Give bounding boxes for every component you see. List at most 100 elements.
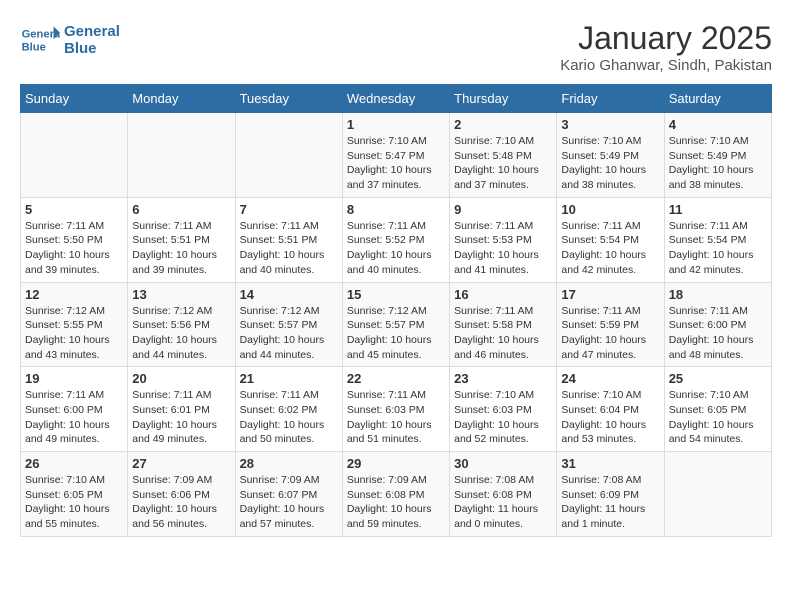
calendar-cell: 25 Sunrise: 7:10 AM Sunset: 6:05 PM Dayli… (664, 367, 771, 452)
svg-text:Blue: Blue (22, 41, 46, 53)
calendar-cell: 14Sunrise: 7:12 AM Sunset: 5:57 PM Dayli… (235, 282, 342, 367)
day-info: Sunrise: 7:11 AM Sunset: 6:00 PM Dayligh… (25, 388, 123, 447)
day-info: Sunrise: 7:11 AM Sunset: 5:59 PM Dayligh… (561, 304, 659, 363)
calendar-cell: 18 Sunrise: 7:11 AM Sunset: 6:00 PM Dayli… (664, 282, 771, 367)
day-info: Sunrise: 7:10 AM Sunset: 5:48 PM Dayligh… (454, 134, 552, 193)
day-number: 6 (132, 202, 230, 217)
calendar-cell: 7 Sunrise: 7:11 AM Sunset: 5:51 PM Daylig… (235, 197, 342, 282)
day-number: 2 (454, 117, 552, 132)
day-info: Sunrise: 7:12 AM Sunset: 5:57 PM Dayligh… (347, 304, 445, 363)
day-number: 23 (454, 371, 552, 386)
day-number: 31 (561, 456, 659, 471)
day-info: Sunrise: 7:12 AM Sunset: 5:56 PM Dayligh… (132, 304, 230, 363)
calendar-cell (128, 113, 235, 198)
weekday-header-thursday: Thursday (450, 85, 557, 113)
calendar-cell: 2 Sunrise: 7:10 AM Sunset: 5:48 PM Daylig… (450, 113, 557, 198)
calendar-cell: 16Sunrise: 7:11 AM Sunset: 5:58 PM Dayli… (450, 282, 557, 367)
logo-general: General (64, 23, 120, 40)
day-info: Sunrise: 7:09 AM Sunset: 6:06 PM Dayligh… (132, 473, 230, 532)
calendar-title: January 2025 (560, 20, 772, 57)
calendar-cell (21, 113, 128, 198)
calendar-week-row: 5Sunrise: 7:11 AM Sunset: 5:50 PM Daylig… (21, 197, 772, 282)
day-number: 1 (347, 117, 445, 132)
day-info: Sunrise: 7:10 AM Sunset: 6:05 PM Dayligh… (669, 388, 767, 447)
calendar-week-row: 26 Sunrise: 7:10 AM Sunset: 6:05 PM Dayli… (21, 452, 772, 537)
day-info: Sunrise: 7:11 AM Sunset: 5:52 PM Dayligh… (347, 219, 445, 278)
day-info: Sunrise: 7:10 AM Sunset: 5:49 PM Dayligh… (561, 134, 659, 193)
page-header: General Blue General Blue January 2025 K… (20, 20, 772, 74)
calendar-cell: 8 Sunrise: 7:11 AM Sunset: 5:52 PM Daylig… (342, 197, 449, 282)
day-info: Sunrise: 7:10 AM Sunset: 6:03 PM Dayligh… (454, 388, 552, 447)
day-number: 26 (25, 456, 123, 471)
day-number: 15 (347, 287, 445, 302)
calendar-cell: 17 Sunrise: 7:11 AM Sunset: 5:59 PM Dayli… (557, 282, 664, 367)
day-number: 17 (561, 287, 659, 302)
calendar-cell (235, 113, 342, 198)
day-info: Sunrise: 7:11 AM Sunset: 5:51 PM Dayligh… (132, 219, 230, 278)
calendar-cell: 23 Sunrise: 7:10 AM Sunset: 6:03 PM Dayli… (450, 367, 557, 452)
day-info: Sunrise: 7:10 AM Sunset: 6:05 PM Dayligh… (25, 473, 123, 532)
calendar-cell: 15 Sunrise: 7:12 AM Sunset: 5:57 PM Dayli… (342, 282, 449, 367)
day-number: 30 (454, 456, 552, 471)
day-info: Sunrise: 7:12 AM Sunset: 5:55 PM Dayligh… (25, 304, 123, 363)
weekday-header-tuesday: Tuesday (235, 85, 342, 113)
logo-blue: Blue (64, 40, 120, 57)
day-number: 18 (669, 287, 767, 302)
day-info: Sunrise: 7:10 AM Sunset: 5:47 PM Dayligh… (347, 134, 445, 193)
calendar-week-row: 1 Sunrise: 7:10 AM Sunset: 5:47 PM Daylig… (21, 113, 772, 198)
day-number: 20 (132, 371, 230, 386)
weekday-header-row: SundayMondayTuesdayWednesdayThursdayFrid… (21, 85, 772, 113)
day-info: Sunrise: 7:11 AM Sunset: 5:50 PM Dayligh… (25, 219, 123, 278)
logo: General Blue General Blue (20, 20, 120, 60)
day-info: Sunrise: 7:11 AM Sunset: 5:51 PM Dayligh… (240, 219, 338, 278)
day-info: Sunrise: 7:11 AM Sunset: 6:02 PM Dayligh… (240, 388, 338, 447)
day-info: Sunrise: 7:08 AM Sunset: 6:08 PM Dayligh… (454, 473, 552, 532)
calendar-cell: 27Sunrise: 7:09 AM Sunset: 6:06 PM Dayli… (128, 452, 235, 537)
calendar-cell: 20Sunrise: 7:11 AM Sunset: 6:01 PM Dayli… (128, 367, 235, 452)
calendar-week-row: 19 Sunrise: 7:11 AM Sunset: 6:00 PM Dayli… (21, 367, 772, 452)
day-number: 22 (347, 371, 445, 386)
calendar-table: SundayMondayTuesdayWednesdayThursdayFrid… (20, 84, 772, 537)
day-info: Sunrise: 7:11 AM Sunset: 6:03 PM Dayligh… (347, 388, 445, 447)
day-number: 9 (454, 202, 552, 217)
day-number: 24 (561, 371, 659, 386)
day-number: 8 (347, 202, 445, 217)
calendar-week-row: 12Sunrise: 7:12 AM Sunset: 5:55 PM Dayli… (21, 282, 772, 367)
calendar-cell: 31 Sunrise: 7:08 AM Sunset: 6:09 PM Dayli… (557, 452, 664, 537)
day-number: 4 (669, 117, 767, 132)
calendar-cell: 6 Sunrise: 7:11 AM Sunset: 5:51 PM Daylig… (128, 197, 235, 282)
day-info: Sunrise: 7:09 AM Sunset: 6:08 PM Dayligh… (347, 473, 445, 532)
calendar-cell: 13Sunrise: 7:12 AM Sunset: 5:56 PM Dayli… (128, 282, 235, 367)
day-number: 7 (240, 202, 338, 217)
calendar-cell (664, 452, 771, 537)
calendar-cell: 9 Sunrise: 7:11 AM Sunset: 5:53 PM Daylig… (450, 197, 557, 282)
day-info: Sunrise: 7:10 AM Sunset: 5:49 PM Dayligh… (669, 134, 767, 193)
day-info: Sunrise: 7:11 AM Sunset: 6:00 PM Dayligh… (669, 304, 767, 363)
weekday-header-sunday: Sunday (21, 85, 128, 113)
day-info: Sunrise: 7:09 AM Sunset: 6:07 PM Dayligh… (240, 473, 338, 532)
day-number: 25 (669, 371, 767, 386)
calendar-cell: 28 Sunrise: 7:09 AM Sunset: 6:07 PM Dayli… (235, 452, 342, 537)
calendar-subtitle: Kario Ghanwar, Sindh, Pakistan (560, 57, 772, 74)
calendar-cell: 19 Sunrise: 7:11 AM Sunset: 6:00 PM Dayli… (21, 367, 128, 452)
day-number: 21 (240, 371, 338, 386)
calendar-cell: 11Sunrise: 7:11 AM Sunset: 5:54 PM Dayli… (664, 197, 771, 282)
calendar-cell: 22 Sunrise: 7:11 AM Sunset: 6:03 PM Dayli… (342, 367, 449, 452)
weekday-header-wednesday: Wednesday (342, 85, 449, 113)
title-block: January 2025 Kario Ghanwar, Sindh, Pakis… (560, 20, 772, 74)
day-number: 29 (347, 456, 445, 471)
calendar-cell: 21 Sunrise: 7:11 AM Sunset: 6:02 PM Dayli… (235, 367, 342, 452)
day-number: 28 (240, 456, 338, 471)
day-info: Sunrise: 7:11 AM Sunset: 5:53 PM Dayligh… (454, 219, 552, 278)
calendar-cell: 5Sunrise: 7:11 AM Sunset: 5:50 PM Daylig… (21, 197, 128, 282)
day-number: 19 (25, 371, 123, 386)
day-info: Sunrise: 7:11 AM Sunset: 5:54 PM Dayligh… (561, 219, 659, 278)
calendar-cell: 29 Sunrise: 7:09 AM Sunset: 6:08 PM Dayli… (342, 452, 449, 537)
calendar-cell: 12Sunrise: 7:12 AM Sunset: 5:55 PM Dayli… (21, 282, 128, 367)
weekday-header-friday: Friday (557, 85, 664, 113)
day-number: 10 (561, 202, 659, 217)
calendar-cell: 4 Sunrise: 7:10 AM Sunset: 5:49 PM Daylig… (664, 113, 771, 198)
calendar-cell: 30 Sunrise: 7:08 AM Sunset: 6:08 PM Dayli… (450, 452, 557, 537)
calendar-cell: 24Sunrise: 7:10 AM Sunset: 6:04 PM Dayli… (557, 367, 664, 452)
day-info: Sunrise: 7:08 AM Sunset: 6:09 PM Dayligh… (561, 473, 659, 532)
